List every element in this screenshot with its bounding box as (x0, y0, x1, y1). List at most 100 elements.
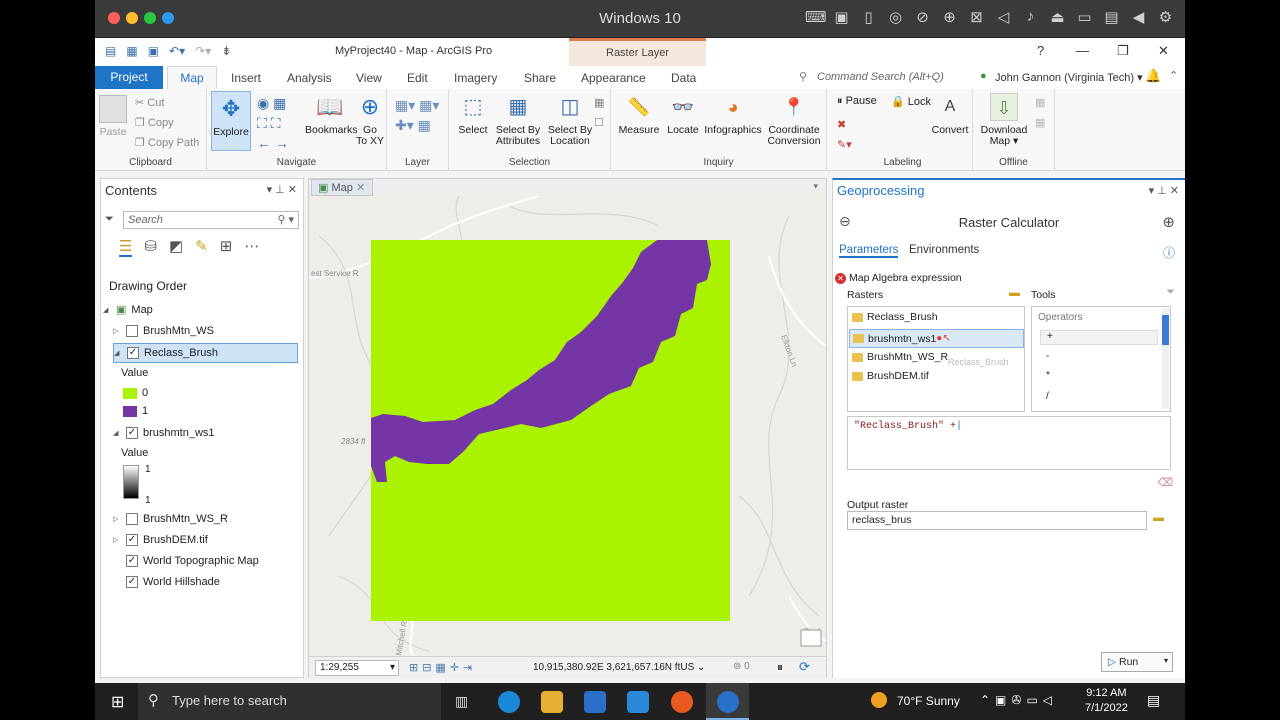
scale-selector[interactable]: 1:29,255 ▾ (315, 660, 399, 676)
layer-checkbox[interactable]: ✓ (127, 347, 139, 359)
lock-button[interactable]: 🔒 Lock (891, 95, 931, 108)
gear-icon[interactable]: ⚙ (1156, 8, 1175, 26)
locate-button[interactable]: 👓 Locate (663, 93, 703, 136)
tab-environments[interactable]: Environments (909, 244, 979, 256)
snapping-view-icon[interactable]: ⊞ (220, 237, 233, 257)
browse-folder-icon[interactable]: ▬ (1153, 512, 1164, 524)
tab-appearance[interactable]: Appearance (581, 71, 646, 85)
help-icon[interactable]: ⓘ (1163, 244, 1175, 261)
label-tools[interactable]: ✖ ✎▾ (837, 115, 852, 155)
arcgis-taskbar-item[interactable] (706, 683, 749, 720)
open-project-icon[interactable]: ▦ (126, 44, 137, 58)
tree-brushmtn-ws1[interactable]: ◢ ✓ brushmtn_ws1 (113, 427, 215, 439)
paste-button[interactable]: Paste (99, 95, 127, 138)
operator-item[interactable]: * (1046, 370, 1050, 381)
tab-project[interactable]: Project (95, 66, 163, 89)
notifications-icon[interactable]: ▤ (1147, 692, 1160, 709)
new-project-icon[interactable]: ▤ (105, 44, 116, 58)
layer-checkbox[interactable]: ✓ (126, 427, 138, 439)
map-grid-tools[interactable]: ⊞⊟▦✛⇥ (409, 661, 476, 674)
speaker-icon[interactable]: ◁ (994, 8, 1013, 26)
tree-map[interactable]: ◢ ▣ Map (103, 303, 153, 317)
clock[interactable]: 9:12 AM 7/1/2022 (1085, 686, 1128, 716)
tab-share[interactable]: Share (524, 71, 556, 85)
firefox-icon[interactable] (671, 691, 693, 713)
coordinate-readout[interactable]: 10,915,380.92E 3,621,657.16N ftUS ⌄ (533, 662, 705, 673)
map-tab[interactable]: ▣ Map ✕ (311, 179, 373, 196)
weather-text[interactable]: 70°F Sunny (897, 694, 960, 708)
select-button[interactable]: ⬚ Select (453, 93, 493, 136)
zoom-tools[interactable]: ◉ ▦ ⛶ ⛶ ← → (257, 93, 301, 153)
copy-button[interactable]: ❐ Copy (135, 116, 174, 129)
editing-view-icon[interactable]: ✎ (195, 237, 208, 257)
taskbar-search[interactable]: ⚲ Type here to search (138, 683, 441, 720)
more-icon[interactable]: ⋯ (244, 237, 259, 257)
help-button[interactable]: ? (1037, 43, 1044, 58)
filter-icon[interactable]: ⏷ (105, 213, 114, 226)
tab-parameters[interactable]: Parameters (839, 244, 899, 258)
tray-icons[interactable]: ⌃▣✇▭◁ (980, 693, 1057, 707)
tab-edit[interactable]: Edit (407, 71, 428, 85)
measure-button[interactable]: 📏 Measure (617, 93, 661, 136)
operator-item[interactable]: - (1046, 351, 1049, 362)
tab-map[interactable]: Map (167, 66, 217, 90)
camera-icon[interactable]: ▭ (1075, 8, 1094, 26)
tab-data[interactable]: Data (671, 71, 696, 85)
tree-brushmtn-ws-r[interactable]: ▷ BrushMtn_WS_R (113, 513, 228, 525)
notification-icon[interactable]: 🔔 (1145, 68, 1161, 84)
undo-icon[interactable]: ↶▾ (169, 44, 185, 58)
close-button[interactable]: ✕ (1158, 43, 1169, 59)
explore-button[interactable]: ✥ Explore (211, 91, 251, 151)
redo-icon[interactable]: ↷▾ (195, 44, 211, 58)
selection-view-icon[interactable]: ◩ (169, 237, 183, 257)
layer-checkbox[interactable]: ✓ (126, 534, 138, 546)
data-source-icon[interactable]: ⛁ (144, 237, 157, 257)
tab-insert[interactable]: Insert (231, 71, 261, 85)
run-button[interactable]: ▷ Run ▾ (1101, 652, 1173, 672)
layer-checkbox[interactable]: ✓ (126, 555, 138, 567)
tree-reclass-brush[interactable]: ◢ ✓ Reclass_Brush (113, 343, 298, 363)
tab-dropdown-icon[interactable]: ▾ (813, 181, 818, 192)
display-icon[interactable]: ▣ (832, 8, 851, 26)
command-search[interactable]: Command Search (Alt+Q) (817, 71, 997, 87)
store-icon[interactable] (584, 691, 606, 713)
network-icon[interactable]: ⊠ (967, 8, 986, 26)
eraser-icon[interactable]: ⌫ (1157, 476, 1173, 489)
windows-start-icon[interactable]: ⊞ (111, 692, 124, 712)
operator-item[interactable]: + (1040, 330, 1158, 345)
layer-checkbox[interactable] (126, 325, 138, 337)
pane-controls[interactable]: ▾ ⊥ ✕ (1149, 184, 1179, 197)
mail-icon[interactable] (627, 691, 649, 713)
raster-item[interactable]: brushmtn_ws1 ●↖ (849, 329, 1024, 348)
select-by-attributes-button[interactable]: ▦ Select By Attributes (493, 93, 543, 147)
pane-controls[interactable]: ▾ ⊥ ✕ (267, 183, 297, 196)
disc-icon[interactable]: ◎ (886, 8, 905, 26)
drive-icon[interactable]: ⏏ (1048, 8, 1067, 26)
layer-tools[interactable]: ▦▾ ▦▾ ✚▾ ▦ (395, 95, 439, 135)
filter-icon[interactable]: ⏷ (1166, 286, 1175, 299)
pause-button[interactable]: ⏸ Pause (837, 95, 877, 108)
user-menu[interactable]: John Gannon (Virginia Tech) ▾ (995, 71, 1143, 84)
globe-icon[interactable]: ⊕ (940, 8, 959, 26)
tree-brushmtn-ws[interactable]: ▷ BrushMtn_WS (113, 325, 214, 337)
raster-item[interactable]: BrushMtn_WS_R (852, 351, 948, 363)
shared-folder-icon[interactable]: ▤ (1102, 8, 1121, 26)
pause-drawing-icon[interactable]: ⏸ (777, 660, 783, 675)
convert-button[interactable]: A Convert (929, 93, 971, 136)
collapse-ribbon-icon[interactable]: ⌃ (1169, 69, 1178, 82)
drawing-order-icon[interactable]: ☰ (119, 237, 133, 257)
folder-icon[interactable]: ▬ (1009, 287, 1020, 299)
copy-path-button[interactable]: ❐ Copy Path (135, 136, 199, 149)
file-explorer-icon[interactable] (541, 691, 563, 713)
operators-scrollbar[interactable] (1162, 309, 1169, 409)
restore-button[interactable]: ❐ (1117, 43, 1129, 59)
save-icon[interactable]: ▣ (148, 44, 159, 58)
layer-checkbox[interactable] (126, 513, 138, 525)
output-raster-input[interactable]: reclass_brus (847, 511, 1147, 530)
selected-features-count[interactable]: ⊚ 0 (733, 661, 750, 672)
offline-small-tools[interactable]: ▦ ▦ (1035, 93, 1045, 133)
download-map-button[interactable]: ⇩ Download Map ▾ (979, 93, 1029, 147)
layer-checkbox[interactable]: ✓ (126, 576, 138, 588)
selection-small-tools[interactable]: ▦ ☐ (594, 93, 604, 133)
refresh-icon[interactable]: ⟳ (799, 659, 810, 675)
